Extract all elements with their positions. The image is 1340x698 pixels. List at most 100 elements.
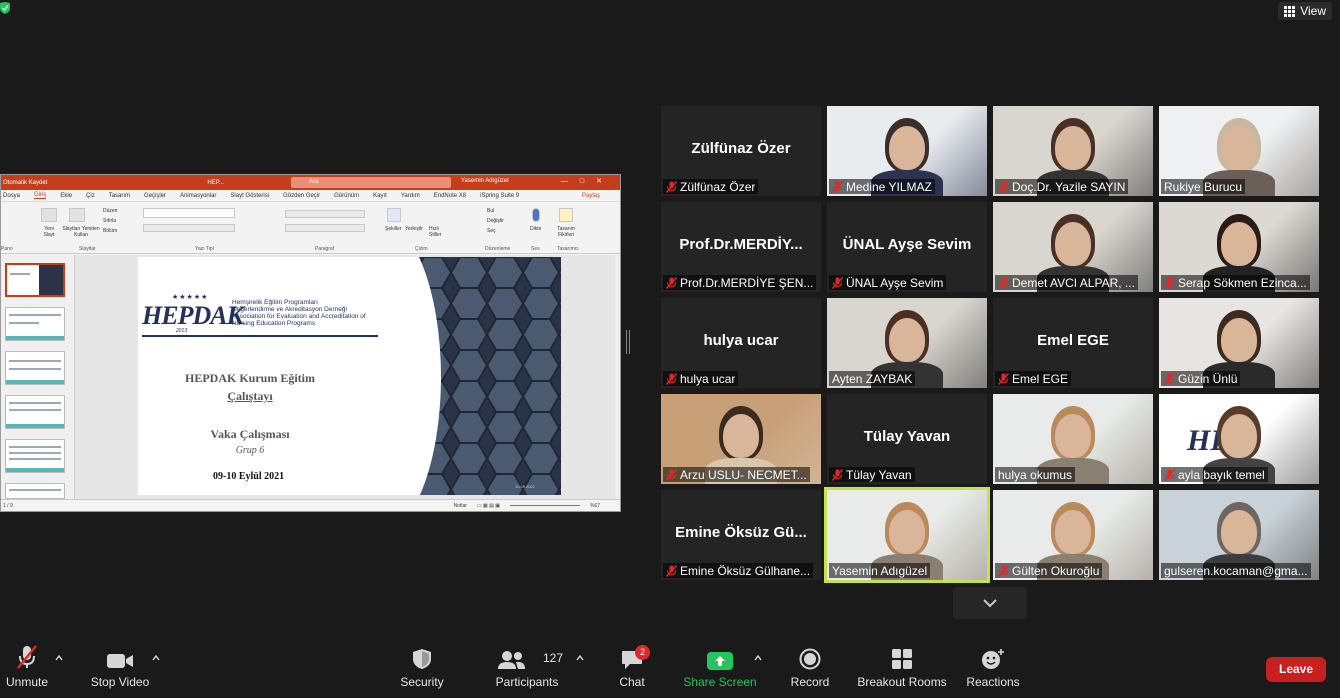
slide-thumbnail[interactable] [5,439,65,473]
participant-tile[interactable]: Rukiye Burucu [1159,106,1319,196]
participant-tile[interactable]: Emine Öksüz Gü... Emine Öksüz Gülhane... [661,490,821,580]
security-button[interactable]: Security [394,640,450,698]
record-button[interactable]: Record [788,640,832,698]
ppt-tab-gorunum[interactable]: Görünüm [334,193,359,199]
window-controls[interactable]: —□✕ [561,177,614,185]
participant-name-label: Demet AVCI ALPAR, ... [995,275,1138,290]
ppt-tab-kayit[interactable]: Kayıt [373,193,387,199]
slide-thumbnail[interactable] [5,351,65,385]
participant-tile[interactable]: Gülten Okuroğlu [993,490,1153,580]
gallery-next-page-button[interactable] [953,587,1027,619]
new-slide-button[interactable]: Yeni Slayt [39,226,59,238]
ppt-tab-endnote[interactable]: EndNote X8 [434,193,466,199]
share-options-caret-icon[interactable] [754,654,762,662]
panel-splitter[interactable] [626,330,630,354]
muted-mic-icon [832,180,843,193]
participant-name: hulya ucar [680,371,736,386]
grid-icon [1284,5,1296,17]
reuse-slides-icon[interactable] [69,208,85,222]
participant-tile[interactable]: gulseren.kocaman@gma... [1159,490,1319,580]
paragraph-align-buttons[interactable] [285,224,365,232]
participant-tile[interactable]: Ayten ZAYBAK [827,298,987,388]
shared-screen[interactable]: Otomatik Kaydet HEP... Ara Yasemin Adıgü… [0,174,621,512]
current-slide[interactable]: ★★★★★ HEPDAK 2013 Hemşirelik Eğitim Prog… [138,257,561,495]
shapes-button[interactable]: Şekiller [385,226,401,232]
dictate-button[interactable]: Dikte [530,226,541,232]
participant-tile[interactable]: Zülfünaz Özer Zülfünaz Özer [661,106,821,196]
microphone-icon[interactable] [532,208,540,222]
reuse-slides-button[interactable]: Slaytları Yeniden Kullan [61,226,101,238]
new-slide-icon[interactable] [41,208,57,222]
quick-styles-button[interactable]: Hızlı Stiller [429,226,451,238]
view-normal-icon[interactable]: ▭ ▦ ▤ ▣ [477,503,500,509]
participant-tile[interactable]: Prof.Dr.MERDİY... Prof.Dr.MERDİYE ŞEN... [661,202,821,292]
section-button[interactable]: Bölüm [103,228,117,234]
design-ideas-icon[interactable] [559,208,573,222]
audio-options-caret-icon[interactable] [55,654,63,662]
breakout-rooms-button[interactable]: Breakout Rooms [856,640,948,698]
participant-tile[interactable]: Yasemin Adıgüzel [824,487,990,583]
reset-button[interactable]: Sıfırla [103,218,116,224]
ppt-tab-gozden-gecir[interactable]: Gözden Geçir [283,193,320,199]
slide-thumbnail[interactable] [5,263,65,297]
reactions-button[interactable]: Reactions [964,640,1022,698]
leave-button[interactable]: Leave [1266,657,1326,682]
share-screen-button[interactable]: Share Screen [683,640,757,698]
view-button[interactable]: View [1278,2,1332,20]
replace-button[interactable]: Değiştir [487,218,504,224]
participant-tile[interactable]: hulya ucar hulya ucar [661,298,821,388]
ppt-tab-tasarim[interactable]: Tasarım [109,193,130,199]
participant-face [1221,414,1257,458]
stop-video-button[interactable]: Stop Video [88,640,152,698]
hepdak-logo: HEPDAK [142,301,244,330]
participant-tile[interactable]: HE ayla bayık temel [1159,394,1319,484]
ppt-tab-slayt-gosterisi[interactable]: Slayt Gösterisi [230,193,269,199]
layout-button[interactable]: Düzen [103,208,117,214]
ribbon-group-duzenleme: Düzenleme [485,246,511,252]
participant-display-name: ÜNAL Ayşe Sevim [842,236,972,253]
video-options-caret-icon[interactable] [152,654,160,662]
notes-button[interactable]: Notlar [454,503,467,509]
participant-tile[interactable]: Emel EGE Emel EGE [993,298,1153,388]
select-button[interactable]: Seç [487,228,496,234]
design-ideas-button[interactable]: Tasarım Fikirleri [553,226,579,238]
ppt-tab-ekle[interactable]: Ekle [60,193,72,199]
participant-tile[interactable]: Güzin Ünlü [1159,298,1319,388]
slide-thumbnail[interactable] [5,307,65,341]
chat-label: Chat [619,675,645,689]
ppt-tab-dosya[interactable]: Dosya [3,193,20,199]
slide-thumbnail[interactable] [5,483,65,499]
ppt-tab-gecisler[interactable]: Geçişler [144,193,166,199]
ppt-tab-ciz[interactable]: Çiz [86,193,95,199]
participants-options-caret-icon[interactable] [576,654,584,662]
unmute-button[interactable]: Unmute [4,640,50,698]
find-button[interactable]: Bul [487,208,494,214]
zoom-slider[interactable] [509,505,580,506]
arrange-button[interactable]: Yerleştir [405,226,423,232]
font-name-select[interactable] [143,208,235,218]
ppt-search-box[interactable]: Ara [291,177,451,188]
participant-tile[interactable]: Demet AVCI ALPAR, ... [993,202,1153,292]
participant-name-label: Doç.Dr. Yazile SAYIN [995,179,1129,194]
slide-date: 09-10 Eylül 2021 [213,471,285,482]
shapes-icon[interactable] [387,208,401,222]
paragraph-list-buttons[interactable] [285,210,365,218]
ppt-tab-giris[interactable]: Giriş [34,192,47,199]
participant-tile[interactable]: Arzu USLU- NECMET... [661,394,821,484]
participant-tile[interactable]: Tülay Yavan Tülay Yavan [827,394,987,484]
slide-thumbnail[interactable] [5,395,65,429]
ppt-tab-animasyonlar[interactable]: Animasyonlar [180,193,216,199]
ppt-share-button[interactable]: Paylaş [582,193,600,199]
participant-tile[interactable]: Serap Sökmen Ezinca... [1159,202,1319,292]
font-format-buttons[interactable] [143,224,235,232]
participant-tile[interactable]: Medine YILMAZ [827,106,987,196]
participant-tile[interactable]: ÜNAL Ayşe Sevim ÜNAL Ayşe Sevim [827,202,987,292]
slide-scrollbar[interactable] [615,255,620,499]
participant-tile[interactable]: Doç.Dr. Yazile SAYIN [993,106,1153,196]
participant-face [1055,510,1091,554]
participants-button[interactable]: Participants [492,640,562,698]
participant-tile[interactable]: hulya okumus [993,394,1153,484]
ppt-tab-yardim[interactable]: Yardım [401,193,420,199]
encryption-shield-icon[interactable] [0,2,10,14]
ppt-tab-ispring[interactable]: iSpring Suite 9 [480,193,519,199]
